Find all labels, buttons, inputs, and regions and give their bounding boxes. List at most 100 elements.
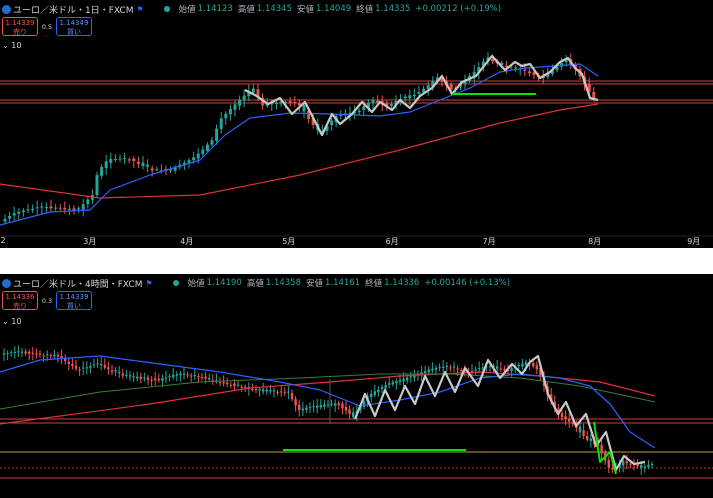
indicator-count: 10 xyxy=(11,317,22,326)
h4-symbol-title[interactable]: ユーロ／米ドル・4時間・FXCM xyxy=(13,277,142,290)
candle-body xyxy=(276,392,279,394)
high-value: 1.14345 xyxy=(256,4,292,14)
candle-body xyxy=(426,85,430,89)
time-tick: 3月 xyxy=(83,237,97,246)
candle-body xyxy=(17,351,20,353)
candle-body xyxy=(58,207,62,209)
buy-price: 1.14349 xyxy=(59,19,89,27)
candle-body xyxy=(121,373,124,376)
time-tick: 5月 xyxy=(282,237,296,246)
buy-price: 1.14339 xyxy=(59,293,89,301)
candle-body xyxy=(334,403,337,406)
candle-body xyxy=(219,118,223,129)
time-axis[interactable]: 2 3月 4月 5月 6月 7月 8月 9月 xyxy=(0,236,713,248)
h4-price-plot[interactable] xyxy=(0,274,713,498)
candle-body xyxy=(384,384,387,389)
candle-body xyxy=(31,352,34,354)
time-tick: 6月 xyxy=(385,237,399,246)
buy-label: 買い xyxy=(67,27,81,36)
candle-body xyxy=(251,88,255,93)
candle-body xyxy=(280,391,283,393)
candle-body xyxy=(302,105,306,112)
buy-button[interactable]: 1.14339 買い xyxy=(56,291,92,310)
candle-body xyxy=(49,355,52,357)
candle-body xyxy=(491,59,495,62)
candle-body xyxy=(6,353,9,355)
ma-long-line xyxy=(0,103,599,199)
high-label: 高値 xyxy=(237,5,255,15)
h4-chart-pane[interactable]: ユーロ／米ドル・4時間・FXCM ⚑ 始値 1.14190 高値 1.14358… xyxy=(0,274,713,498)
candle-body xyxy=(262,389,265,392)
candle-body xyxy=(242,95,246,101)
currency-flag-icon xyxy=(2,4,11,14)
sell-price: 1.14339 xyxy=(5,19,35,27)
candle-body xyxy=(218,382,222,384)
daily-symbol-legend: ユーロ／米ドル・1日・FXCM ⚑ 始値 1.14123 高値 1.14345 … xyxy=(2,2,501,16)
candle-body xyxy=(417,92,421,94)
low-label: 安値 xyxy=(296,5,314,15)
candle-body xyxy=(408,95,412,99)
candle-body xyxy=(53,354,56,357)
bookmark-icon[interactable]: ⚑ xyxy=(136,5,143,14)
candle-body xyxy=(434,368,438,370)
candle-body xyxy=(348,409,351,414)
candle-body xyxy=(72,208,76,211)
candle-body xyxy=(190,375,193,377)
candle-body xyxy=(301,408,304,411)
candle-body xyxy=(357,110,361,113)
candle-body xyxy=(488,366,492,368)
bookmark-icon[interactable]: ⚑ xyxy=(145,279,152,288)
candle-body xyxy=(74,365,78,369)
candle-body xyxy=(294,399,297,406)
low-label: 安値 xyxy=(305,279,323,289)
daily-symbol-title[interactable]: ユーロ／米ドル・1日・FXCM xyxy=(13,3,133,16)
candle-body xyxy=(92,364,96,366)
h4-symbol-legend: ユーロ／米ドル・4時間・FXCM ⚑ 始値 1.14190 高値 1.14358… xyxy=(2,276,510,290)
candle-body xyxy=(200,376,204,378)
candle-body xyxy=(114,370,117,372)
candle-body xyxy=(150,379,153,381)
candle-body xyxy=(205,144,209,151)
daily-trade-buttons: 1.14339 売り 0.5 1.14349 買い xyxy=(2,17,92,36)
candle-body xyxy=(196,153,200,159)
candle-body xyxy=(389,103,393,106)
daily-chart-pane[interactable]: ユーロ／米ドル・1日・FXCM ⚑ 始値 1.14123 高値 1.14345 … xyxy=(0,0,713,248)
pane-separator xyxy=(0,248,713,274)
candle-body xyxy=(600,444,603,454)
low-value: 1.14161 xyxy=(325,278,361,288)
candle-body xyxy=(523,69,527,71)
candle-body xyxy=(107,367,110,370)
candle-body xyxy=(2,353,6,355)
sell-price: 1.14336 xyxy=(5,293,35,301)
candle-body xyxy=(85,367,88,369)
candle-body xyxy=(258,389,261,391)
candle-body xyxy=(155,168,159,170)
sell-button[interactable]: 1.14336 売り xyxy=(2,291,38,310)
candle-body xyxy=(496,366,499,369)
candle-body xyxy=(298,404,301,411)
candle-body xyxy=(186,374,189,376)
buy-button[interactable]: 1.14349 買い xyxy=(56,17,92,36)
indicators-toggle[interactable]: ⌄ 10 xyxy=(2,41,21,50)
candle-body xyxy=(215,128,219,141)
candle-body xyxy=(341,403,344,408)
sell-button[interactable]: 1.14339 売り xyxy=(2,17,38,36)
candle-body xyxy=(370,393,373,398)
candle-body xyxy=(139,376,142,380)
candle-body xyxy=(173,167,177,171)
candle-body xyxy=(337,403,340,406)
indicators-toggle[interactable]: ⌄ 10 xyxy=(2,317,21,326)
candle-body xyxy=(164,377,168,379)
candle-body xyxy=(78,369,81,371)
candle-body xyxy=(67,208,71,210)
candle-body xyxy=(316,405,319,408)
candle-body xyxy=(274,102,278,105)
candle-body xyxy=(26,209,30,211)
daily-price-plot[interactable] xyxy=(0,0,713,248)
candle-body xyxy=(17,211,21,214)
candle-body xyxy=(452,366,456,368)
ma-short-line xyxy=(0,63,599,226)
candle-body xyxy=(403,96,407,99)
candle-body xyxy=(377,389,380,393)
candle-body xyxy=(578,426,582,433)
